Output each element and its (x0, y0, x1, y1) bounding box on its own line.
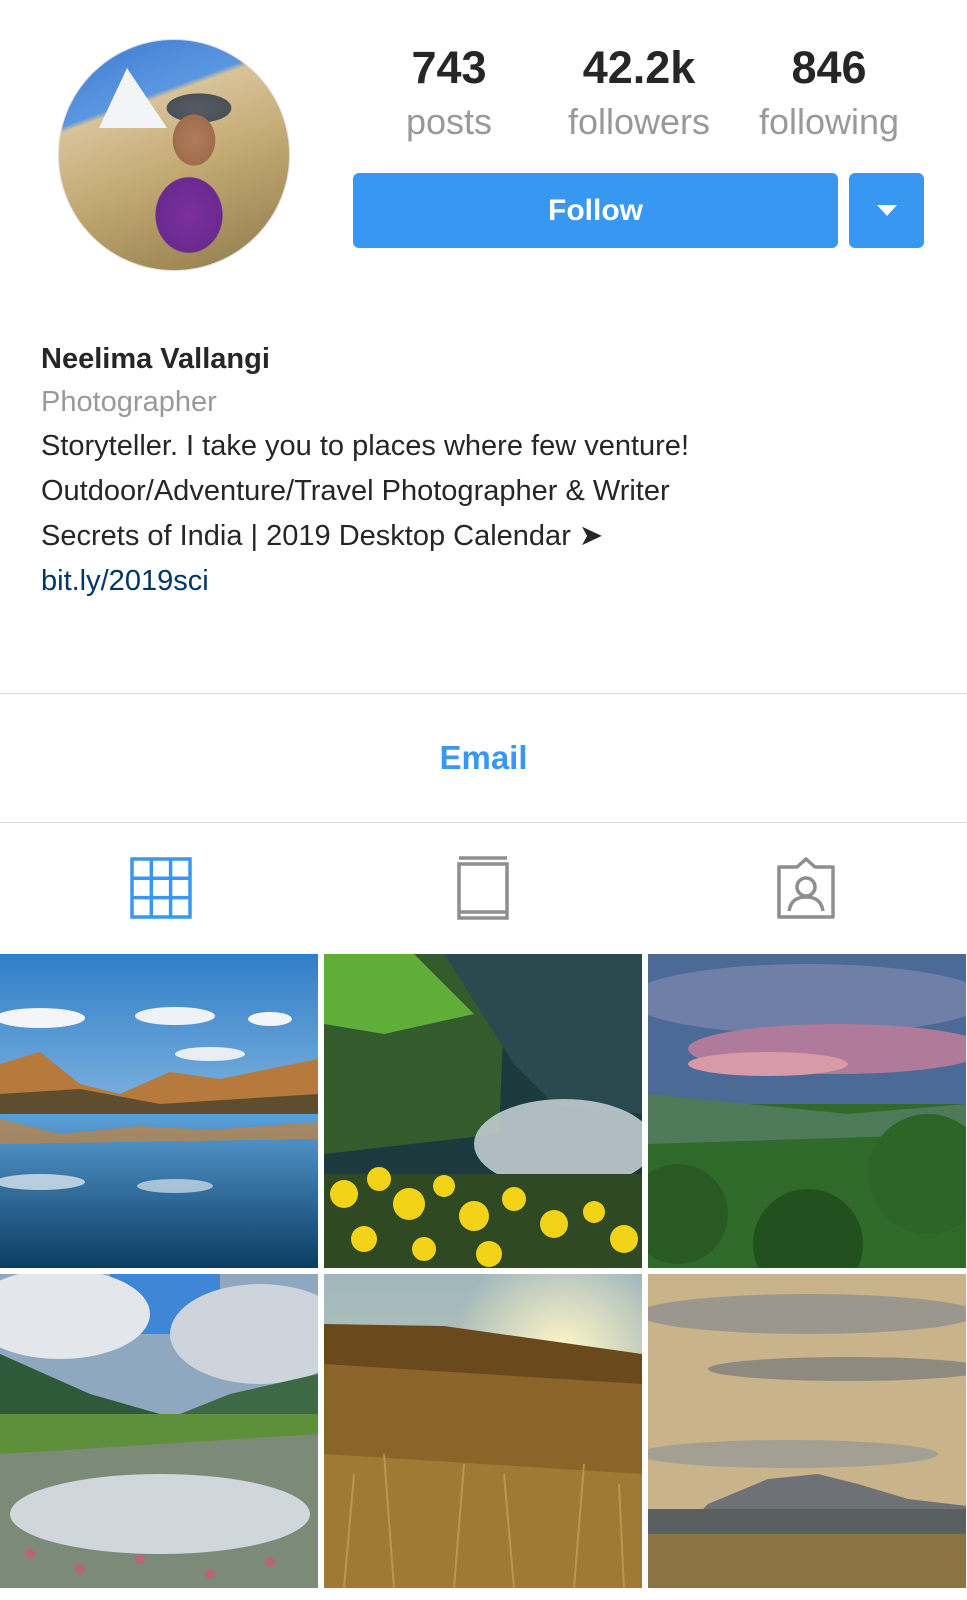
photo-cliff-flowers-image (324, 954, 642, 1268)
tab-grid[interactable] (0, 823, 322, 953)
photo-sunset-forest[interactable] (648, 954, 966, 1268)
follow-button[interactable]: Follow (353, 173, 838, 248)
profile-bio: Neelima Vallangi Photographer Storytelle… (41, 338, 941, 603)
stat-posts-value: 743 (411, 42, 487, 93)
grid-icon (130, 857, 192, 919)
caret-down-icon (876, 205, 897, 216)
bio-line: Outdoor/Adventure/Travel Photographer & … (41, 475, 670, 507)
tab-feed[interactable] (322, 823, 644, 953)
photo-misty-hill[interactable] (648, 1274, 966, 1588)
tagged-icon (777, 857, 835, 919)
profile-category: Photographer (41, 386, 217, 418)
stat-followers[interactable]: 42.2k followers (544, 40, 734, 146)
stat-posts-label: posts (405, 101, 493, 142)
feed-icon (457, 856, 509, 920)
photo-meadow-valley-image (0, 1274, 318, 1588)
profile-stats: 743 posts 42.2k followers 846 following (354, 40, 924, 150)
bio-link[interactable]: bit.ly/2019sci (41, 559, 941, 603)
bio-line: Storyteller. I take you to places where … (41, 430, 689, 462)
bio-line: Secrets of India | 2019 Desktop Calendar… (41, 520, 604, 552)
stat-following[interactable]: 846 following (734, 40, 924, 146)
suggestions-dropdown-button[interactable] (849, 173, 924, 248)
photo-meadow-valley[interactable] (0, 1274, 318, 1588)
avatar-mountain-peak (99, 68, 167, 128)
stat-followers-value: 42.2k (582, 42, 696, 93)
profile-name: Neelima Vallangi (41, 343, 270, 375)
photo-golden-field-image (324, 1274, 642, 1588)
stat-following-label: following (758, 101, 900, 142)
photo-lake-reflection-image (0, 954, 318, 1268)
stat-following-value: 846 (791, 42, 867, 93)
photo-lake-reflection[interactable] (0, 954, 318, 1268)
photo-sunset-forest-image (648, 954, 966, 1268)
tab-tagged[interactable] (645, 823, 967, 953)
stat-posts[interactable]: 743 posts (354, 40, 544, 146)
avatar[interactable] (58, 39, 290, 271)
stat-followers-label: followers (567, 101, 711, 142)
photo-misty-hill-image (648, 1274, 966, 1588)
photo-cliff-flowers[interactable] (324, 954, 642, 1268)
photo-golden-field[interactable] (324, 1274, 642, 1588)
email-button[interactable]: Email (0, 694, 967, 822)
